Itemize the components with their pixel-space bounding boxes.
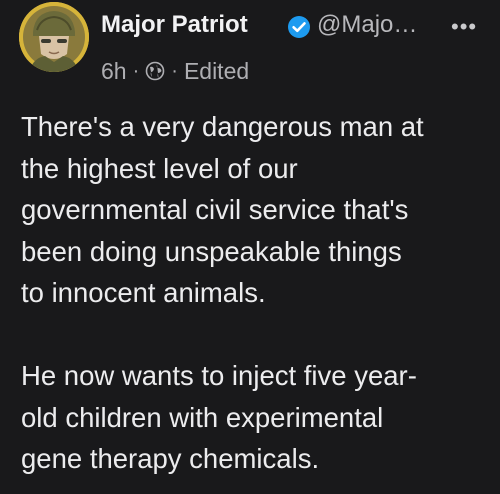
edited-label[interactable]: Edited	[184, 58, 249, 85]
post-paragraph: There's a very dangerous man at the high…	[21, 111, 424, 308]
post: Major Patriot @Majo… ••• 6h · · Edited T…	[0, 0, 500, 494]
author-handle[interactable]: @Majo…	[317, 11, 417, 39]
post-paragraph: He now wants to inject five year- old ch…	[21, 360, 417, 474]
meta-separator: ·	[132, 59, 140, 82]
meta-separator: ·	[171, 59, 178, 82]
verified-badge-icon	[288, 16, 310, 38]
more-options-icon[interactable]: •••	[451, 16, 487, 38]
post-meta: 6h · · Edited	[101, 56, 249, 86]
avatar[interactable]	[19, 2, 89, 72]
post-timestamp[interactable]: 6h	[101, 58, 127, 85]
globe-icon	[145, 61, 165, 81]
soldier-avatar-icon	[19, 2, 89, 72]
post-body: There's a very dangerous man at the high…	[21, 106, 491, 480]
author-name[interactable]: Major Patriot	[101, 11, 248, 39]
